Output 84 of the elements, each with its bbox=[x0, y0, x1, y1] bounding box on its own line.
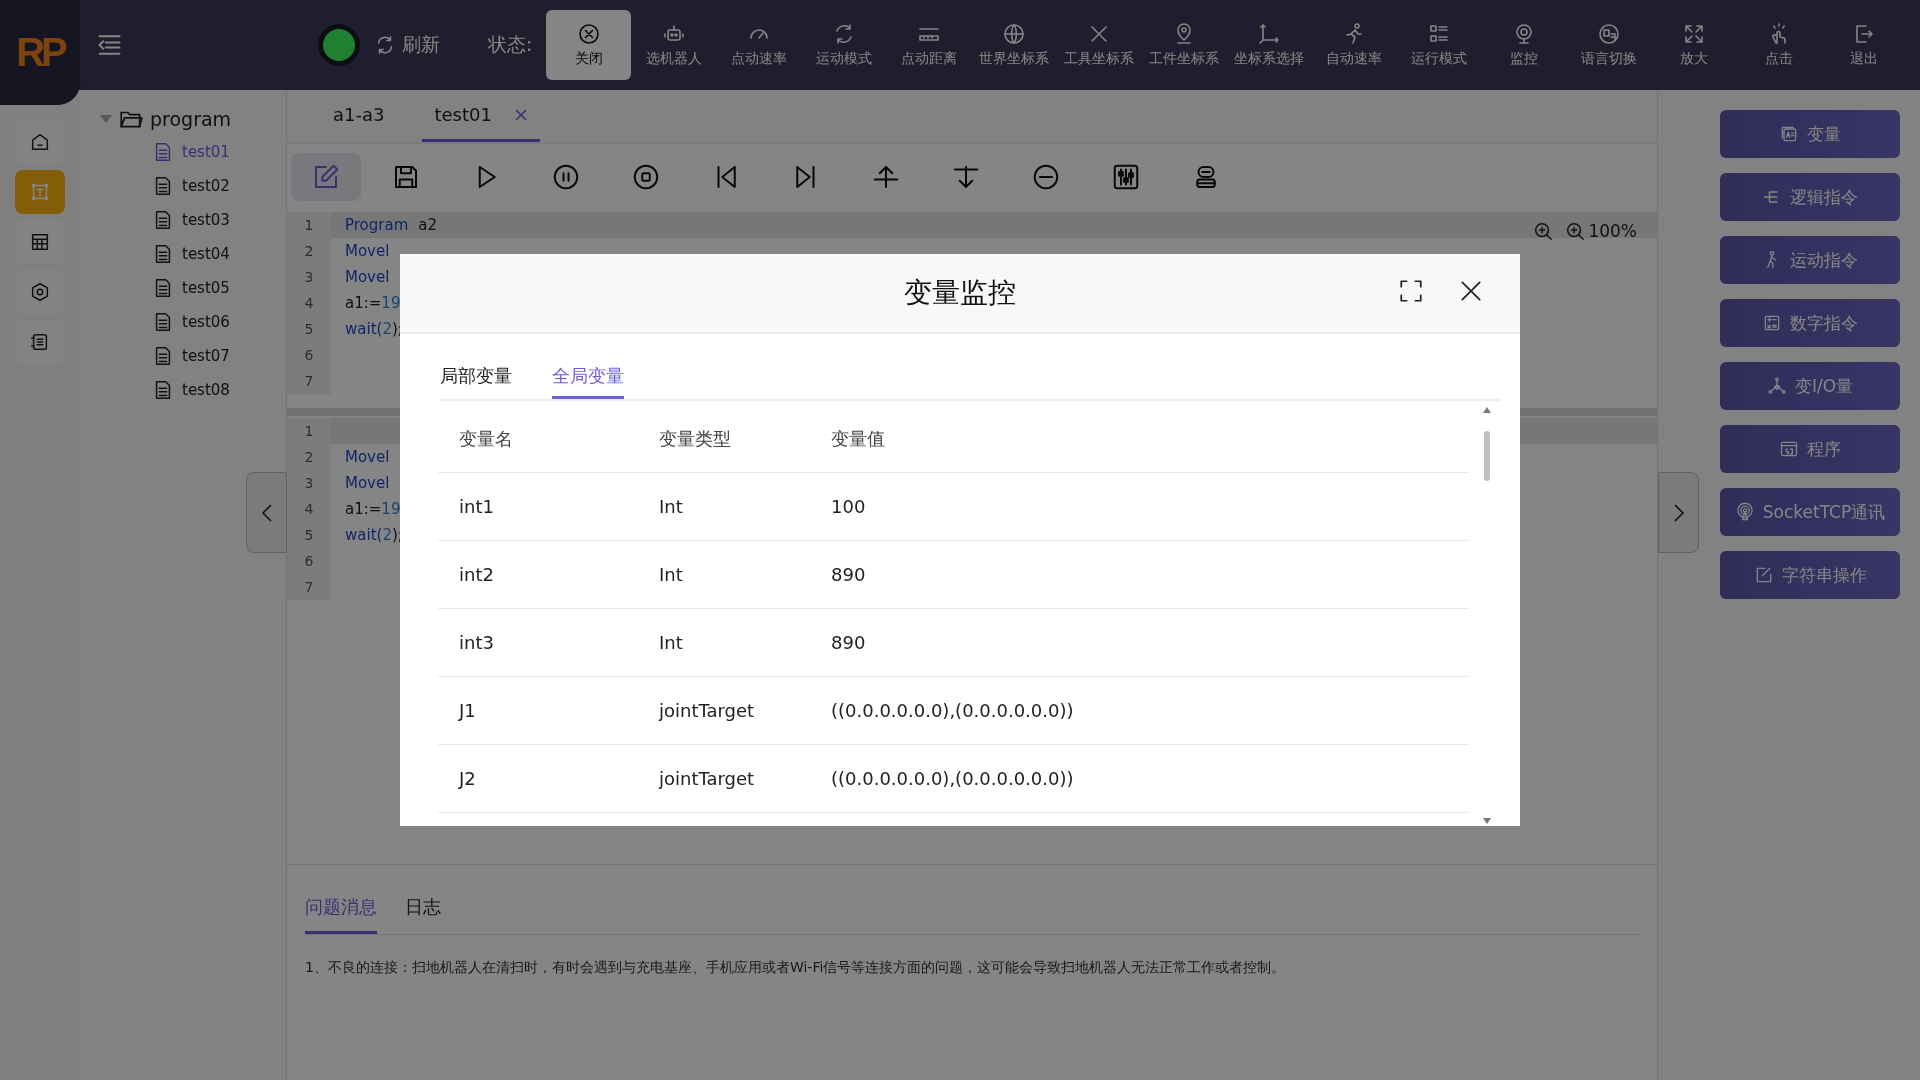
dialog-tab[interactable]: 局部变量 bbox=[440, 364, 512, 399]
panel-tab[interactable]: 日志 bbox=[405, 895, 441, 934]
line-number: 7 bbox=[287, 574, 331, 600]
toolbar-button[interactable]: 放大 bbox=[1651, 10, 1737, 80]
toolbar-button[interactable]: 自动速率 bbox=[1311, 10, 1397, 80]
table-cell: 100 bbox=[810, 472, 1468, 541]
code-text: a1:=19 bbox=[344, 500, 401, 518]
table-cell: jointTarget bbox=[638, 744, 810, 813]
table-cell: J2 bbox=[438, 744, 638, 813]
status-label: 状态: bbox=[488, 32, 533, 57]
dialog-title: 变量监控 bbox=[904, 275, 1016, 311]
command-button[interactable]: 数字指令 bbox=[1720, 299, 1900, 347]
code-text: Movel bbox=[344, 474, 390, 492]
column-header: 变量类型 bbox=[638, 405, 810, 473]
table-cell: Int bbox=[638, 540, 810, 609]
tree-folder[interactable]: program bbox=[100, 106, 232, 132]
toolbar-button[interactable]: 坐标系选择 bbox=[1226, 10, 1312, 80]
table-cell: Int bbox=[638, 608, 810, 677]
command-button[interactable]: 字符串操作 bbox=[1720, 551, 1900, 599]
line-number: 5 bbox=[287, 316, 331, 342]
line-number: 4 bbox=[287, 496, 331, 522]
command-button[interactable]: SocketTCP通讯 bbox=[1720, 488, 1900, 536]
tree-file[interactable]: test01 bbox=[152, 140, 286, 164]
line-number: 3 bbox=[287, 264, 331, 290]
tree-file[interactable]: test02 bbox=[152, 174, 286, 198]
toolbar-button[interactable]: 语言切换 bbox=[1566, 10, 1652, 80]
line-number: 1 bbox=[287, 418, 331, 444]
command-button[interactable]: 变量 bbox=[1720, 110, 1900, 158]
toolbar-button[interactable]: 工具坐标系 bbox=[1056, 10, 1142, 80]
table-cell: 890 bbox=[810, 540, 1468, 609]
dialog-tab[interactable]: 全局变量 bbox=[552, 364, 624, 399]
toolbar-button[interactable]: 工件坐标系 bbox=[1141, 10, 1227, 80]
code-text: Movel bbox=[344, 448, 390, 466]
tree-file[interactable]: test08 bbox=[152, 378, 286, 402]
zoom-level-button[interactable]: 100% bbox=[1564, 220, 1637, 242]
table-cell: Int bbox=[638, 472, 810, 541]
panel-tab[interactable]: 问题消息 bbox=[305, 895, 377, 934]
toolbar-button[interactable]: 运动模式 bbox=[801, 10, 887, 80]
line-number: 4 bbox=[287, 290, 331, 316]
refresh-button[interactable]: 刷新 bbox=[374, 32, 440, 58]
table-cell: J1 bbox=[438, 676, 638, 745]
column-header: 变量值 bbox=[810, 405, 1468, 473]
table-cell: ((0.0.0.0.0.0),(0.0.0.0.0.0)) bbox=[810, 676, 1468, 745]
tree-file[interactable]: test04 bbox=[152, 242, 286, 266]
line-number: 2 bbox=[287, 238, 331, 264]
toolbar-button[interactable]: 运行模式 bbox=[1396, 10, 1482, 80]
toolbar-button[interactable]: 退出 bbox=[1821, 10, 1907, 80]
code-text: Movel bbox=[344, 242, 390, 260]
toolbar-button[interactable]: 世界坐标系 bbox=[971, 10, 1057, 80]
line-number: 7 bbox=[287, 368, 331, 394]
editor-tab[interactable]: a1-a3 bbox=[321, 90, 397, 142]
command-button[interactable]: 逻辑指令 bbox=[1720, 173, 1900, 221]
table-cell: 890 bbox=[810, 608, 1468, 677]
line-number: 6 bbox=[287, 548, 331, 574]
table-cell: jointTarget bbox=[638, 676, 810, 745]
toolbar-button[interactable]: 选机器人 bbox=[631, 10, 717, 80]
logo: RP bbox=[0, 0, 80, 105]
code-text: a1:=19 bbox=[344, 294, 401, 312]
tree-file[interactable]: test05 bbox=[152, 276, 286, 300]
command-button[interactable]: 变I/O量 bbox=[1720, 362, 1900, 410]
table-cell: int1 bbox=[438, 472, 638, 541]
toolbar-button[interactable]: 监控 bbox=[1481, 10, 1567, 80]
line-number: 1 bbox=[287, 212, 331, 238]
line-number: 6 bbox=[287, 342, 331, 368]
code-text: Movel bbox=[344, 268, 390, 286]
problem-message: 1、不良的连接：扫地机器人在清扫时，有时会遇到与充电基座、手机应用或者Wi-Fi信号等连接方面的问题，这可能会导致扫地机器人无法正常工作或者控制。 bbox=[305, 959, 1287, 977]
column-header: 变量名 bbox=[438, 405, 638, 473]
line-number: 2 bbox=[287, 444, 331, 470]
line-number: 3 bbox=[287, 470, 331, 496]
code-text: Program a2 bbox=[344, 216, 438, 234]
tree-file[interactable]: test07 bbox=[152, 344, 286, 368]
toolbar-button[interactable]: 点动速率 bbox=[716, 10, 802, 80]
table-cell: int2 bbox=[438, 540, 638, 609]
line-number: 5 bbox=[287, 522, 331, 548]
toolbar-button[interactable]: 点击 bbox=[1736, 10, 1822, 80]
toolbar-button[interactable]: 关闭 bbox=[546, 10, 632, 80]
table-cell: ((0.0.0.0.0.0),(0.0.0.0.0.0)) bbox=[810, 744, 1468, 813]
toolbar-button[interactable]: 点动距离 bbox=[886, 10, 972, 80]
command-button[interactable]: 运动指令 bbox=[1720, 236, 1900, 284]
editor-tab[interactable]: test01 bbox=[422, 90, 540, 142]
tree-file[interactable]: test06 bbox=[152, 310, 286, 334]
tree-file[interactable]: test03 bbox=[152, 208, 286, 232]
table-cell: int3 bbox=[438, 608, 638, 677]
command-button[interactable]: 程序 bbox=[1720, 425, 1900, 473]
